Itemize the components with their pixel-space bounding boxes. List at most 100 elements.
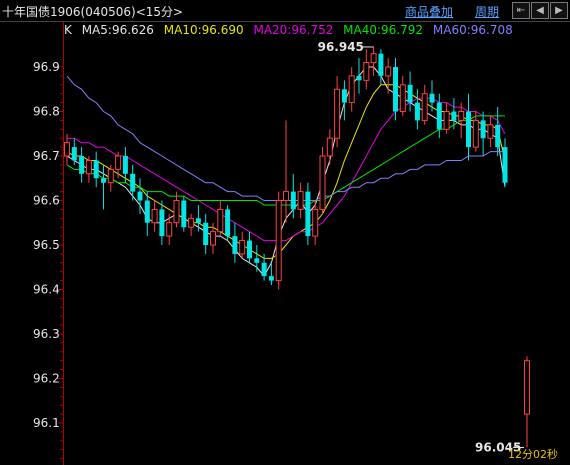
title-bar: 十年国债1906(040506)<15分> 商品叠加 周期 ⇤ ◀ ▶ <box>0 0 570 22</box>
candle <box>429 80 435 112</box>
candle <box>443 102 450 134</box>
candle <box>275 191 282 290</box>
candle-body-down <box>341 89 347 103</box>
candle <box>356 58 362 94</box>
candle-body-down <box>254 258 260 263</box>
y-tick-label: 96.1 <box>33 416 60 430</box>
candle <box>254 245 260 272</box>
first-icon[interactable]: ⇤ <box>512 2 530 19</box>
candle <box>436 93 442 139</box>
candle-body-up <box>370 53 377 64</box>
nav-buttons: ⇤ ◀ ▶ <box>512 2 568 19</box>
candle-body-down <box>290 191 296 210</box>
candle-body-up <box>210 231 216 246</box>
left-arrow-icon[interactable]: ◀ <box>531 2 549 19</box>
candle-body-down <box>232 236 238 254</box>
candle-body-down <box>247 240 252 259</box>
candle-body-down <box>407 84 413 103</box>
candle-body-up <box>166 222 173 237</box>
candle-body-down <box>268 276 274 281</box>
candle-body-up <box>64 142 70 157</box>
price-axis: 96.9 96.8 96.7 96.6 96.5 96.4 96.3 96.2 96.1 <box>33 22 64 465</box>
candle-body-up <box>115 155 122 170</box>
y-tick-label: 96.8 <box>33 105 60 119</box>
candle <box>101 164 106 210</box>
candle <box>451 98 457 130</box>
candle <box>188 213 195 237</box>
candle-body-up <box>363 62 370 81</box>
candle-body-down <box>393 67 398 112</box>
candle-body-up <box>217 208 224 233</box>
candle <box>502 138 508 188</box>
candle-body-down <box>203 222 209 245</box>
legend-k: K <box>64 23 72 37</box>
candle-body-down <box>495 124 501 148</box>
y-tick-label: 96.7 <box>33 149 60 163</box>
candle-body-down <box>79 156 85 174</box>
candle <box>115 151 122 179</box>
candle-body-down <box>305 191 311 237</box>
candle <box>107 164 114 192</box>
candle <box>334 75 341 148</box>
candle <box>239 231 246 259</box>
candle-body-down <box>71 147 77 161</box>
candle-body-up <box>85 159 92 175</box>
candle <box>203 213 209 254</box>
y-tick-label: 96.5 <box>33 238 60 252</box>
candle-body-down <box>195 218 201 223</box>
candle-body-down <box>466 111 471 148</box>
y-tick-label: 96.2 <box>33 372 60 386</box>
right-arrow-icon[interactable]: ▶ <box>550 2 568 19</box>
candle <box>85 156 92 183</box>
candle <box>166 213 173 245</box>
candlestick-chart[interactable]: 96.9 96.8 96.7 96.6 96.5 96.4 96.3 96.2 96.1 96.… <box>0 0 570 465</box>
countdown-label: 12分02秒 <box>508 447 558 461</box>
ma-legend: K MA5:96.626 MA10:96.690 MA20:96.752 MA4… <box>64 23 519 37</box>
candle <box>524 356 530 448</box>
period-menu-link[interactable]: 周期 <box>475 3 499 20</box>
candle <box>480 111 486 156</box>
candle <box>487 115 494 148</box>
candle-body-up <box>326 137 333 157</box>
candle <box>297 182 304 219</box>
candle-body-down <box>480 120 486 139</box>
candle <box>399 75 406 116</box>
candle <box>130 164 136 201</box>
candle-body-up <box>319 155 326 210</box>
candle <box>181 196 187 232</box>
candle <box>407 71 413 112</box>
candle <box>385 58 392 94</box>
candle-body-up <box>399 84 406 113</box>
candle <box>71 138 77 165</box>
overlay-menu-link[interactable]: 商品叠加 <box>405 3 453 20</box>
candle <box>348 67 355 112</box>
candle-body-up <box>188 217 195 228</box>
candle <box>151 200 158 232</box>
candle-body-up <box>107 168 114 184</box>
candle <box>319 147 326 214</box>
candle-body-down <box>181 200 187 228</box>
candle-body-up <box>487 124 494 139</box>
candle-body-up <box>283 191 289 202</box>
candle <box>466 93 471 161</box>
candle-body-up <box>524 360 530 415</box>
candle <box>363 49 370 90</box>
instrument-title: 十年国债1906(040506)<15分> <box>2 5 184 19</box>
candle-body-up <box>239 240 246 255</box>
candle-body-down <box>414 102 420 121</box>
candle <box>247 231 252 263</box>
candle-body-down <box>261 262 267 277</box>
candle <box>414 89 420 130</box>
candle-body-up <box>443 111 450 130</box>
candle-body-down <box>436 102 442 130</box>
y-tick-label: 96.6 <box>33 194 60 208</box>
candle <box>173 191 180 228</box>
candle-body-down <box>93 160 99 179</box>
candle-body-down <box>225 209 231 237</box>
candle-body-up <box>385 66 392 77</box>
legend-ma60: MA60:96.708 <box>432 23 513 37</box>
candle-body-up <box>334 88 341 139</box>
candle <box>341 80 347 121</box>
candle-body-down <box>429 93 435 103</box>
y-tick-label: 96.3 <box>33 327 60 341</box>
